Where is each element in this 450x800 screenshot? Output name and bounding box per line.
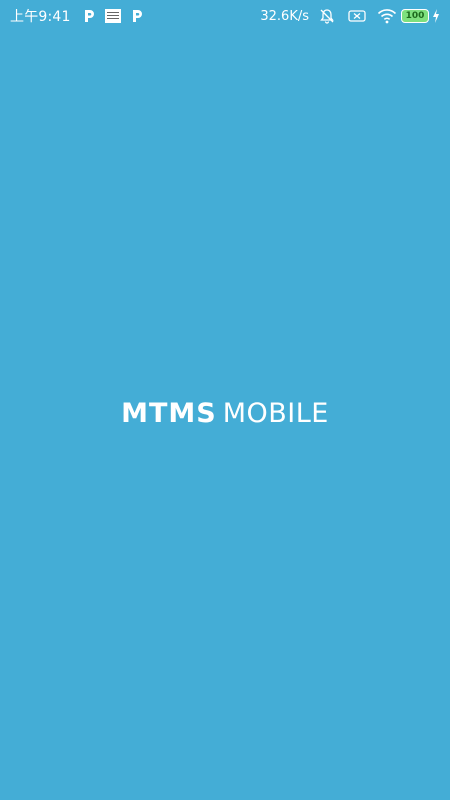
- p-app-icon: [84, 10, 94, 22]
- news-app-icon: [104, 9, 121, 23]
- status-bar-left: 上午9:41: [10, 0, 153, 32]
- battery-icon: 100: [401, 9, 429, 23]
- charging-icon: [433, 9, 439, 23]
- notifications-off-icon: [320, 9, 334, 24]
- logo-primary-text: MTMS: [121, 398, 217, 429]
- battery-level: 100: [401, 9, 429, 23]
- status-bar-right: 32.6K/s 100: [260, 0, 440, 32]
- logo-secondary-text: MOBILE: [222, 398, 329, 429]
- wifi-icon: [377, 9, 397, 24]
- app-logo: MTMS MOBILE: [0, 398, 450, 430]
- status-time: 上午9:41: [10, 9, 71, 25]
- p-app-icon-2: [132, 10, 142, 22]
- network-speed: 32.6K/s: [260, 8, 309, 24]
- status-bar: 上午9:41 32.6K/s 100: [0, 0, 450, 32]
- no-sim-icon: [348, 10, 366, 22]
